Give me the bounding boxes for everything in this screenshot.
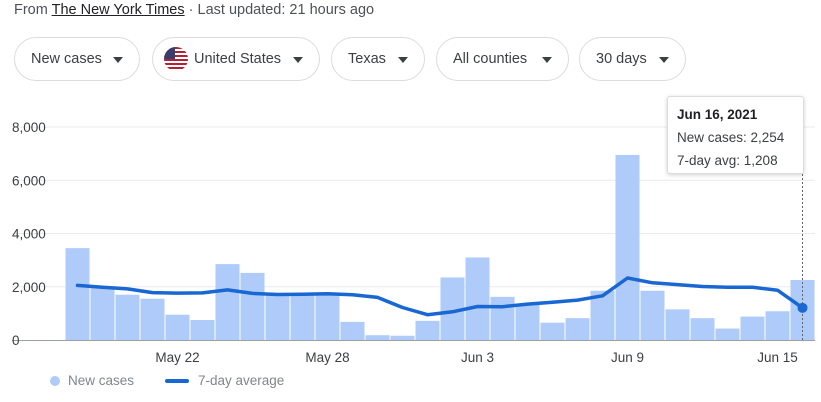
bar [665, 309, 690, 340]
bar [690, 318, 715, 340]
x-tick-label: May 22 [155, 350, 199, 365]
bar [365, 335, 390, 340]
bar [740, 316, 765, 340]
bar [640, 290, 665, 340]
bar [765, 311, 790, 340]
bar [290, 294, 315, 340]
x-tick-label: May 28 [305, 350, 349, 365]
bar [240, 272, 265, 340]
avg-line [75, 276, 805, 317]
legend-cases-label: New cases [68, 373, 135, 388]
y-tick-label: 4,000 [12, 227, 46, 242]
bar [215, 264, 240, 340]
legend-dot-icon [50, 375, 60, 386]
bar [390, 335, 415, 340]
x-tick-label: Jun 15 [757, 350, 798, 365]
y-tick-label: 0 [12, 333, 20, 348]
hover-point [797, 302, 808, 313]
bar [415, 320, 440, 340]
y-axis-labels: 0 2,000 4,000 6,000 8,000 [12, 120, 46, 348]
legend-avg-label: 7-day average [198, 373, 285, 388]
bar [565, 318, 590, 340]
bar [265, 294, 290, 340]
bar [140, 298, 165, 340]
bar [490, 296, 515, 340]
bar [165, 314, 190, 340]
y-tick-label: 2,000 [12, 280, 46, 295]
x-tick-label: Jun 3 [461, 350, 494, 365]
bar [340, 321, 365, 340]
seven-day-line [75, 276, 805, 317]
chart-tooltip: Jun 16, 2021 New cases: 2,254 7-day avg:… [667, 96, 804, 174]
x-tick-label: Jun 9 [611, 350, 644, 365]
bar [540, 322, 565, 340]
bar [515, 303, 540, 340]
legend-line-icon [165, 378, 189, 383]
bar [190, 320, 215, 340]
bar [615, 154, 640, 340]
tooltip-new-cases: New cases: 2,254 [677, 130, 785, 145]
x-axis-labels: May 22 May 28 Jun 3 Jun 9 Jun 15 [155, 350, 797, 365]
y-tick-label: 6,000 [12, 173, 46, 188]
tooltip-avg: 7-day avg: 1,208 [677, 153, 778, 168]
bar [715, 328, 740, 340]
bar [115, 294, 140, 340]
legend-new-cases: New cases [50, 373, 134, 388]
y-tick-label: 8,000 [12, 120, 46, 135]
bar [465, 257, 490, 340]
legend-seven-day: 7-day average [165, 373, 284, 388]
tooltip-date: Jun 16, 2021 [677, 107, 758, 122]
bar [90, 288, 115, 340]
bar [65, 248, 90, 340]
cases-chart[interactable]: 0 2,000 4,000 6,000 8,000 May 22 May 28 Jun 3 J… [0, 0, 821, 402]
bar [315, 294, 340, 340]
